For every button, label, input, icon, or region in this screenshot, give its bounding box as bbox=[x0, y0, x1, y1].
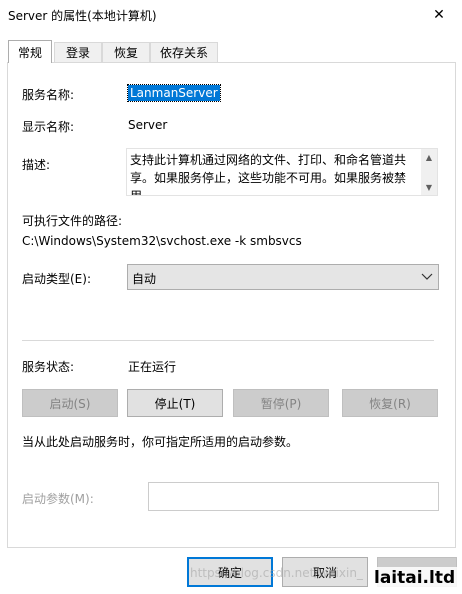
description-text: 支持此计算机通过网络的文件、打印、和命名管道共享。如果服务停止，这些功能不可用。… bbox=[130, 153, 407, 196]
startup-type-label: 启动类型(E): bbox=[22, 272, 91, 286]
exe-path-label: 可执行文件的路径: bbox=[22, 214, 123, 228]
close-button[interactable]: ✕ bbox=[416, 0, 462, 30]
display-name-label: 显示名称: bbox=[22, 120, 75, 134]
service-name-value[interactable]: LanmanServer bbox=[127, 84, 221, 102]
startup-type-value: 自动 bbox=[132, 272, 157, 286]
display-name-value[interactable]: Server bbox=[128, 118, 167, 132]
tab-dependencies[interactable]: 依存关系 bbox=[150, 42, 218, 62]
service-status-value: 正在运行 bbox=[128, 360, 177, 374]
start-params-input[interactable] bbox=[148, 482, 439, 511]
service-name-label: 服务名称: bbox=[22, 88, 75, 102]
close-icon: ✕ bbox=[433, 7, 445, 23]
title-bar: Server 的属性(本地计算机) ✕ bbox=[0, 0, 462, 30]
description-scrollbar[interactable]: ▲ ▼ bbox=[421, 149, 437, 195]
start-button[interactable]: 启动(S) bbox=[22, 389, 118, 417]
description-label: 描述: bbox=[22, 158, 51, 172]
tab-strip: 常规 登录 恢复 依存关系 bbox=[8, 40, 458, 63]
service-status-label: 服务状态: bbox=[22, 360, 75, 374]
tab-general[interactable]: 常规 bbox=[8, 40, 52, 63]
window-title: Server 的属性(本地计算机) bbox=[8, 9, 157, 23]
tab-panel-general bbox=[7, 62, 456, 548]
exe-path-value: C:\Windows\System32\svchost.exe -k smbsv… bbox=[22, 234, 302, 248]
chevron-down-icon bbox=[420, 269, 434, 285]
tab-logon[interactable]: 登录 bbox=[54, 42, 102, 62]
startup-type-select[interactable]: 自动 bbox=[127, 264, 439, 290]
watermark-logo: laitai.ltd bbox=[372, 567, 458, 589]
section-divider bbox=[22, 340, 434, 341]
stop-button[interactable]: 停止(T) bbox=[127, 389, 223, 417]
tab-recovery[interactable]: 恢复 bbox=[102, 42, 150, 62]
start-params-label: 启动参数(M): bbox=[22, 492, 94, 506]
scroll-down-icon[interactable]: ▼ bbox=[421, 179, 437, 195]
description-box[interactable]: 支持此计算机通过网络的文件、打印、和命名管道共享。如果服务停止，这些功能不可用。… bbox=[126, 148, 438, 196]
start-params-hint: 当从此处启动服务时，你可指定所适用的启动参数。 bbox=[22, 435, 299, 449]
watermark-text: https://blog.csdn.net/weixin_ bbox=[190, 566, 363, 580]
resume-button[interactable]: 恢复(R) bbox=[342, 389, 438, 417]
pause-button[interactable]: 暂停(P) bbox=[233, 389, 329, 417]
scroll-up-icon[interactable]: ▲ bbox=[421, 149, 437, 165]
